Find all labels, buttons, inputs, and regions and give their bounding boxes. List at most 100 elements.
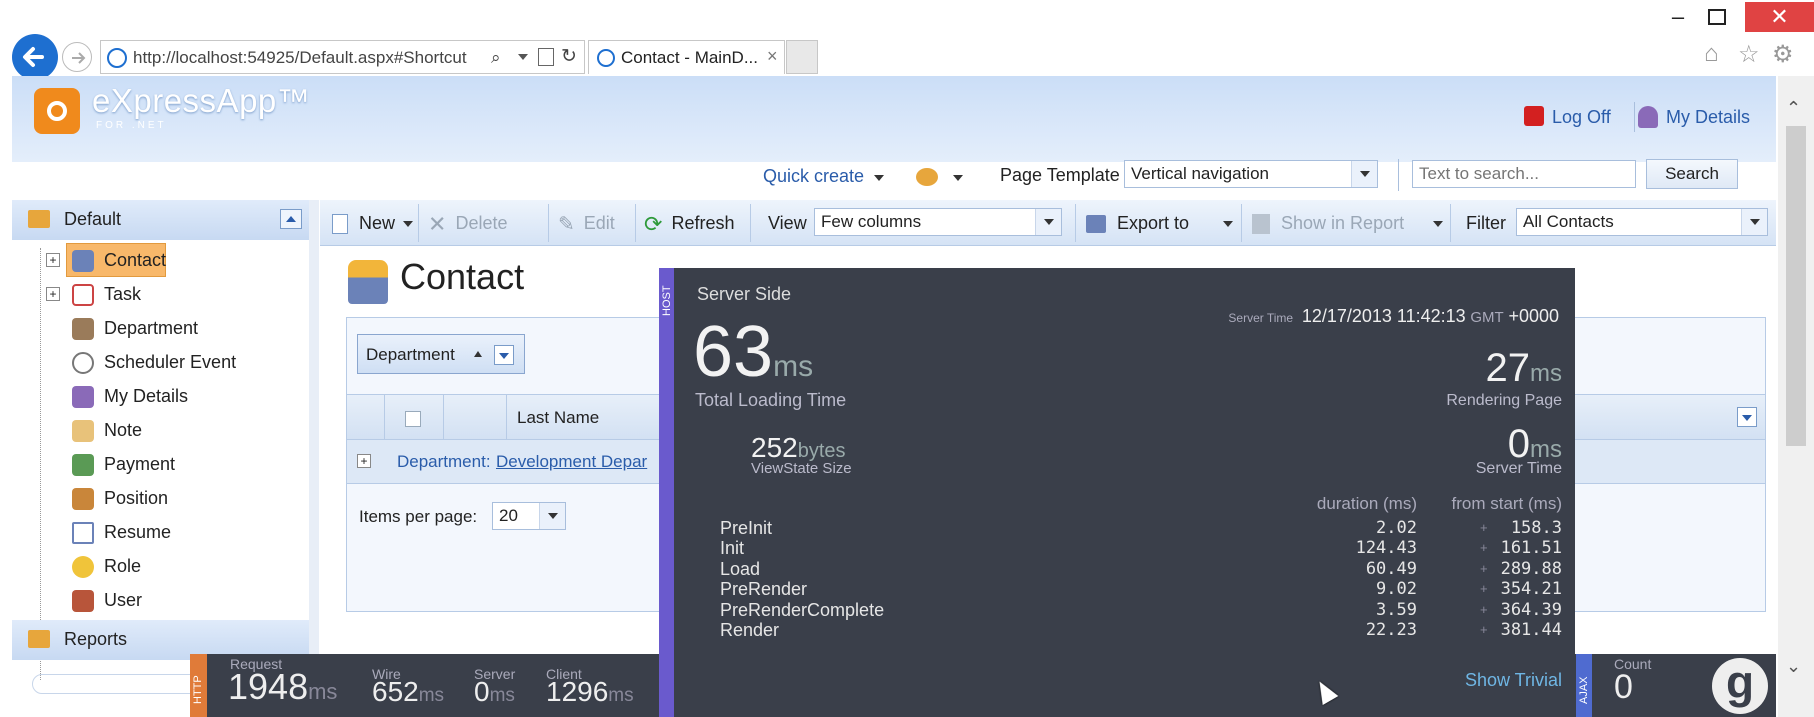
new-button[interactable]: New bbox=[332, 208, 395, 238]
theme-palette-icon[interactable] bbox=[916, 168, 938, 186]
header-divider bbox=[443, 395, 444, 441]
page-template-select[interactable]: Vertical navigation bbox=[1124, 160, 1378, 188]
render-metric: 27ms bbox=[1319, 348, 1563, 388]
my-details-link[interactable]: My Details bbox=[1666, 107, 1750, 128]
resume-icon bbox=[72, 522, 94, 544]
tree-line bbox=[40, 248, 41, 680]
viewstate-label: ViewState Size bbox=[751, 460, 852, 477]
scroll-down-icon[interactable]: ⌄ bbox=[1786, 656, 1801, 677]
edit-button[interactable]: ✎ Edit bbox=[558, 208, 615, 238]
request-value: 1948 bbox=[228, 666, 309, 707]
nav-group-default[interactable]: Default bbox=[12, 200, 310, 240]
show-in-report-button[interactable]: Show in Report bbox=[1252, 208, 1404, 238]
scroll-thumb[interactable] bbox=[1786, 126, 1806, 446]
expand-icon[interactable]: + bbox=[46, 287, 60, 301]
show-trivial-link[interactable]: Show Trivial bbox=[1319, 670, 1562, 691]
row-from-start: 381.44 bbox=[1500, 620, 1562, 640]
page-title: Contact bbox=[400, 256, 525, 297]
items-per-page-select[interactable]: 20 bbox=[492, 502, 566, 530]
settings-gear-icon[interactable]: ⚙ bbox=[1772, 40, 1794, 69]
host-tab[interactable]: HOST bbox=[659, 268, 674, 717]
view-value: Few columns bbox=[821, 212, 922, 231]
nav-item-label: My Details bbox=[104, 386, 189, 406]
address-bar[interactable]: http://localhost:54925/Default.aspx#Shor… bbox=[100, 40, 585, 74]
search-icon[interactable]: ⌕ bbox=[491, 48, 501, 68]
export-chevron-icon[interactable] bbox=[1223, 221, 1233, 227]
minimize-button[interactable]: – bbox=[1658, 2, 1698, 32]
close-window-button[interactable]: ✕ bbox=[1745, 2, 1814, 32]
filter-select[interactable]: All Contacts bbox=[1516, 208, 1768, 236]
group-row-value-link[interactable]: Development Depar bbox=[496, 452, 647, 472]
collapse-icon[interactable] bbox=[280, 209, 302, 229]
filter-dropdown-icon[interactable] bbox=[494, 345, 514, 365]
toolbar-separator bbox=[1450, 204, 1451, 242]
report-chevron-icon[interactable] bbox=[1433, 221, 1443, 227]
server-value: 0 bbox=[474, 676, 490, 707]
view-select[interactable]: Few columns bbox=[814, 208, 1062, 236]
favorites-star-icon[interactable]: ☆ bbox=[1738, 40, 1760, 69]
dropdown-icon[interactable] bbox=[518, 54, 528, 60]
row-duration: 9.02 bbox=[1376, 579, 1417, 599]
maximize-button[interactable] bbox=[1697, 2, 1737, 32]
search-button[interactable]: Search bbox=[1646, 159, 1738, 189]
row-name: PreRenderComplete bbox=[720, 600, 885, 620]
quick-create-chevron-icon[interactable] bbox=[874, 175, 884, 181]
export-label: Export to bbox=[1117, 213, 1190, 233]
header-divider bbox=[506, 395, 507, 441]
viewstate-unit: bytes bbox=[797, 440, 846, 462]
client-value: 1296 bbox=[546, 676, 609, 707]
back-button[interactable] bbox=[12, 34, 58, 80]
export-button[interactable]: Export to bbox=[1086, 208, 1189, 238]
refresh-button[interactable]: ⟳ Refresh bbox=[644, 208, 734, 238]
wire-metric: 652ms bbox=[372, 676, 444, 708]
url-text: http://localhost:54925/Default.aspx#Shor… bbox=[133, 48, 467, 67]
ajax-tab-label: AJAX bbox=[1578, 676, 1590, 704]
sort-asc-icon[interactable] bbox=[474, 351, 482, 357]
splitter[interactable] bbox=[309, 200, 319, 717]
col-last-name[interactable]: Last Name bbox=[517, 408, 599, 428]
column-chooser-icon[interactable] bbox=[1737, 407, 1757, 427]
nav-item-label: User bbox=[104, 590, 143, 610]
page-template-value: Vertical navigation bbox=[1131, 164, 1269, 183]
logo-text: eXpressApp™ bbox=[92, 82, 311, 119]
quick-create-button[interactable]: Quick create bbox=[763, 166, 864, 187]
row-name: PreInit bbox=[720, 518, 773, 538]
theme-chevron-icon[interactable] bbox=[953, 175, 963, 181]
group-panel-department[interactable]: Department bbox=[357, 334, 525, 374]
tab-close-icon[interactable]: × bbox=[767, 46, 778, 67]
forward-button[interactable] bbox=[62, 42, 92, 72]
row-from-start: 161.51 bbox=[1500, 538, 1562, 558]
search-input[interactable] bbox=[1412, 160, 1636, 188]
refresh-icon[interactable]: ↻ bbox=[561, 45, 577, 68]
home-icon[interactable]: ⌂ bbox=[1704, 40, 1719, 68]
nav-item-label: Role bbox=[104, 556, 142, 576]
compat-view-icon[interactable] bbox=[538, 48, 554, 66]
glimpse-logo[interactable]: g bbox=[1712, 658, 1768, 714]
ajax-tab[interactable]: AJAX bbox=[1576, 654, 1592, 717]
chevron-down-icon bbox=[539, 503, 565, 529]
page-scrollbar[interactable]: ⌃ ⌄ bbox=[1778, 76, 1814, 717]
logo-subtext: FOR .NET bbox=[96, 120, 167, 131]
expand-icon[interactable]: + bbox=[357, 454, 371, 468]
row-from-start: 364.39 bbox=[1500, 600, 1562, 620]
logoff-link[interactable]: Log Off bbox=[1552, 107, 1611, 128]
nav-item-label: Payment bbox=[104, 454, 176, 474]
glimpse-host-popup: HOST Server Side Server Time 12/17/2013 … bbox=[659, 268, 1575, 717]
page-template-label: Page Template bbox=[1000, 165, 1120, 185]
folder-icon bbox=[28, 630, 50, 648]
http-tab[interactable]: HTTP bbox=[190, 654, 207, 717]
row-name: Render bbox=[720, 620, 780, 640]
expand-icon[interactable]: + bbox=[46, 253, 60, 267]
select-all-checkbox[interactable] bbox=[405, 411, 421, 427]
delete-button[interactable]: ✕ Delete bbox=[428, 208, 507, 238]
edit-pencil-icon: ✎ bbox=[558, 213, 575, 236]
role-mask-icon bbox=[72, 556, 94, 578]
task-icon bbox=[72, 284, 94, 306]
new-chevron-icon[interactable] bbox=[403, 221, 413, 227]
logoff-icon bbox=[1524, 106, 1544, 126]
scroll-up-icon[interactable]: ⌃ bbox=[1786, 98, 1801, 119]
plus-sign: + bbox=[1480, 561, 1488, 576]
new-tab-button[interactable] bbox=[786, 40, 818, 74]
server-time-value: 12/17/2013 11:42:13 bbox=[1301, 306, 1466, 326]
tab-contact[interactable]: Contact - MainD... × bbox=[588, 40, 785, 74]
